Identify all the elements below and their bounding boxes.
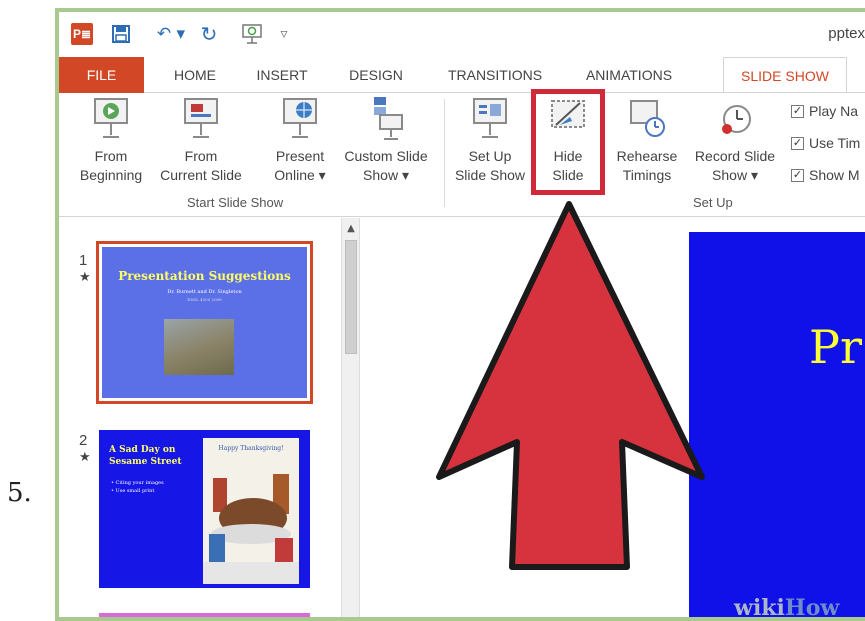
step-number: 5.	[7, 478, 32, 508]
powerpoint-window: P≣ ↶ ▾ ↻ ▿ pptex FILE HOME INSERT DESIGN…	[55, 8, 865, 621]
wikihow-step-image: 5. P≣ ↶ ▾ ↻ ▿ pptex FILE HOME INSERT DES…	[0, 0, 865, 621]
red-pointer-arrow	[436, 201, 705, 570]
